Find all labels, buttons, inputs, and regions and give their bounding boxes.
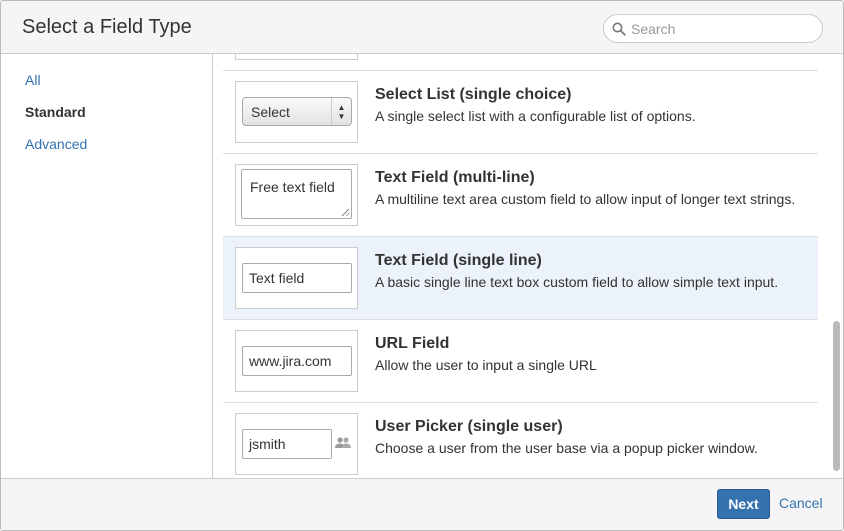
field-title: Text Field (single line) — [375, 252, 542, 269]
list-item-text-single-line[interactable]: Text field Text Field (single line) A ba… — [223, 237, 818, 320]
preview-select-label: Select — [251, 104, 290, 120]
field-preview — [235, 54, 358, 60]
list-item-partial[interactable] — [223, 54, 818, 71]
field-title: Select List (single choice) — [375, 86, 572, 103]
scrollbar-track[interactable] — [831, 54, 843, 478]
field-title: Text Field (multi-line) — [375, 169, 535, 186]
field-preview: Free text field — [235, 164, 358, 226]
resize-grip-icon — [342, 209, 349, 216]
list-item-url-field[interactable]: www.jira.com URL Field Allow the user to… — [223, 320, 818, 403]
field-title: URL Field — [375, 335, 450, 352]
field-description: A single select list with a configurable… — [375, 108, 696, 124]
preview-input: www.jira.com — [242, 346, 352, 376]
field-description: Allow the user to input a single URL — [375, 357, 597, 373]
field-description: A multiline text area custom field to al… — [375, 191, 796, 207]
field-preview: Text field — [235, 247, 358, 309]
field-type-list: Select ▲ ▼ Select List (single choice) A … — [213, 54, 831, 478]
preview-input: jsmith — [242, 429, 332, 459]
scrollbar-thumb[interactable] — [833, 321, 840, 471]
list-item-text-multiline[interactable]: Free text field Text Field (multi-line) … — [223, 154, 818, 237]
field-description: Choose a user from the user base via a p… — [375, 440, 758, 456]
list-item-user-picker[interactable]: jsmith User Picker (single user) Choose … — [223, 403, 818, 478]
field-preview: jsmith — [235, 413, 358, 475]
preview-input: Text field — [242, 263, 352, 293]
cancel-link[interactable]: Cancel — [779, 495, 823, 511]
dialog-footer: Next Cancel — [1, 478, 843, 530]
sidebar-item-advanced[interactable]: Advanced — [25, 136, 87, 152]
preview-textarea-text: Free text field — [250, 179, 335, 195]
search-box[interactable] — [603, 14, 823, 43]
preview-textarea: Free text field — [241, 169, 352, 219]
next-button[interactable]: Next — [717, 489, 770, 519]
sidebar-item-all[interactable]: All — [25, 72, 41, 88]
sidebar-item-standard[interactable]: Standard — [25, 104, 86, 120]
category-sidebar: All Standard Advanced — [1, 54, 213, 478]
search-input[interactable] — [629, 18, 814, 40]
list-item-select-list[interactable]: Select ▲ ▼ Select List (single choice) A … — [223, 71, 818, 154]
field-type-dialog: Select a Field Type All Standard Advance… — [0, 0, 844, 531]
select-arrows-icon: ▲ ▼ — [331, 98, 351, 125]
field-title: User Picker (single user) — [375, 418, 563, 435]
user-picker-icon — [335, 437, 351, 448]
dialog-header: Select a Field Type — [1, 1, 843, 54]
field-preview: www.jira.com — [235, 330, 358, 392]
field-preview: Select ▲ ▼ — [235, 81, 358, 143]
preview-select: Select ▲ ▼ — [242, 97, 352, 126]
field-description: A basic single line text box custom fiel… — [375, 274, 779, 290]
search-icon — [612, 22, 626, 36]
dialog-title: Select a Field Type — [22, 16, 192, 38]
